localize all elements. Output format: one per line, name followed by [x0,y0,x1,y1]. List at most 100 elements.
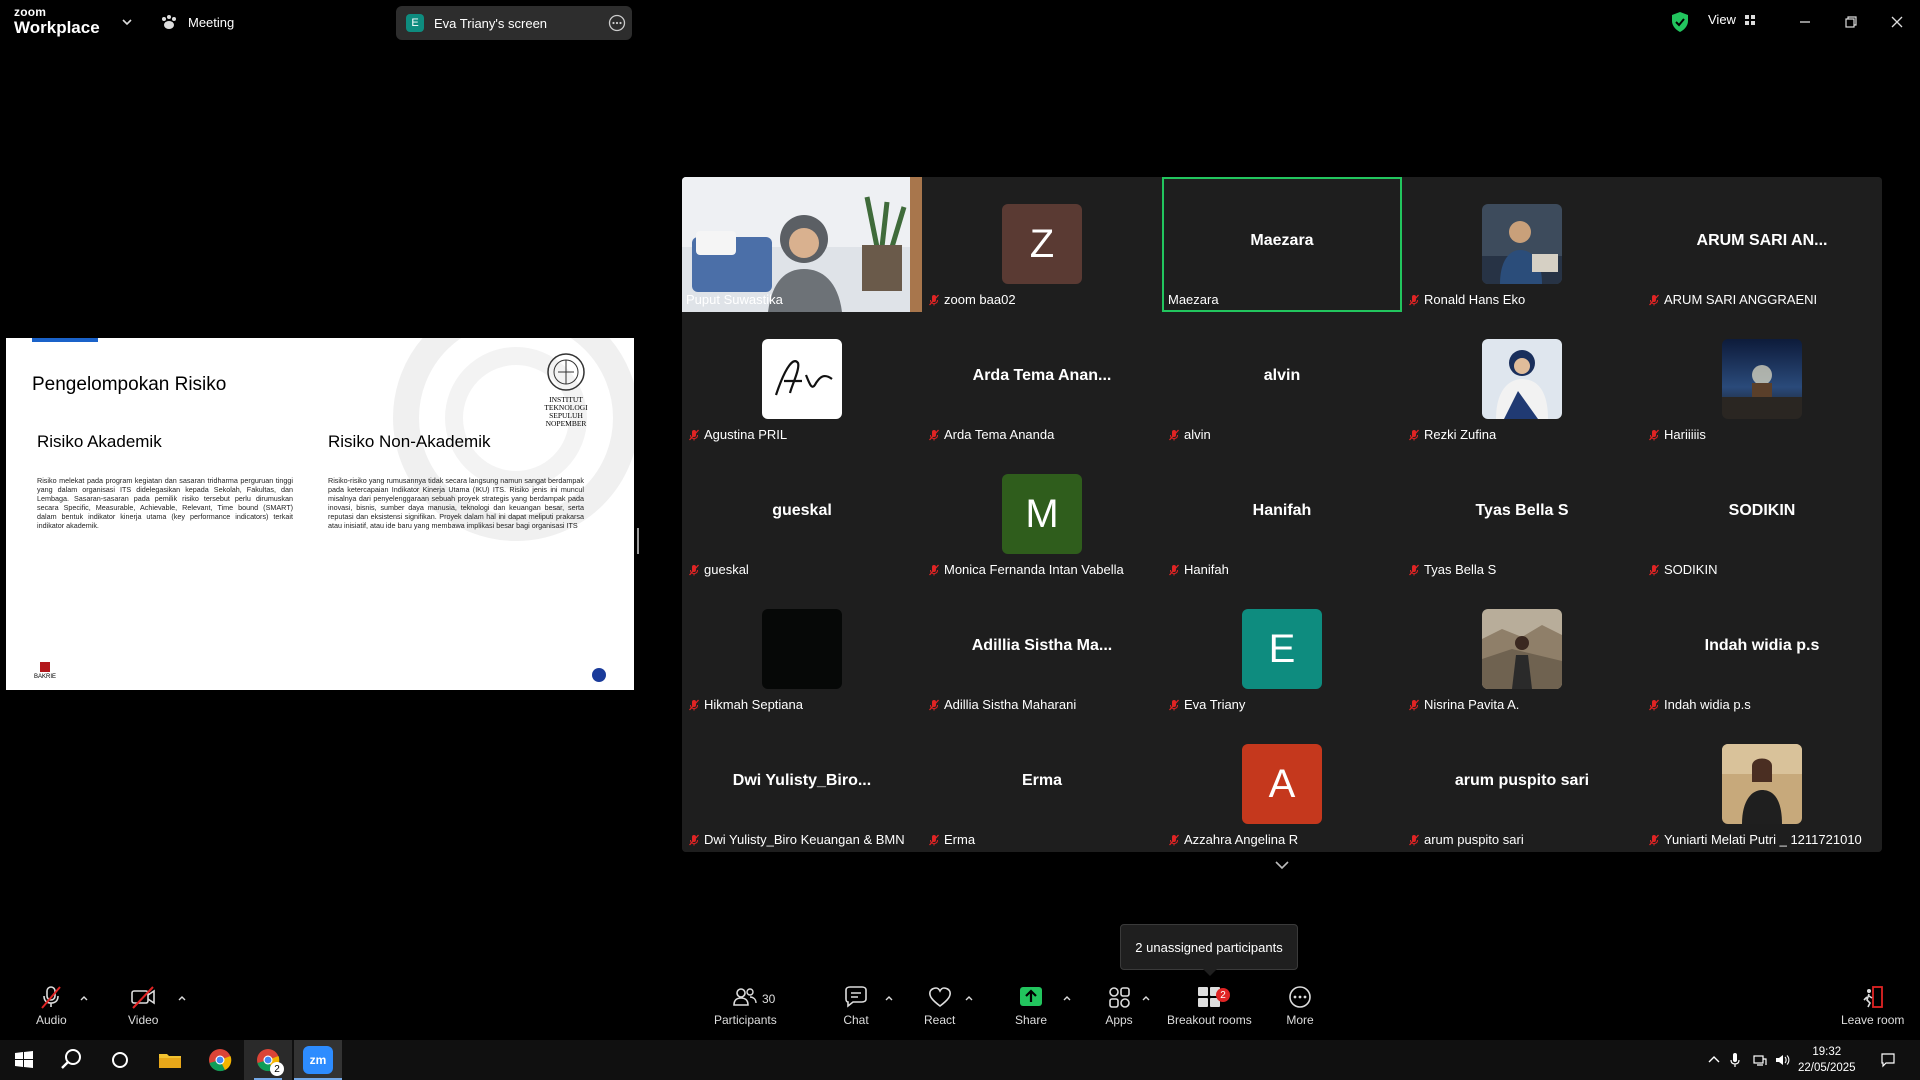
apps-label: Apps [1105,1013,1133,1027]
participant-tile[interactable]: Zzoom baa02 [922,177,1162,312]
participant-name-text: ARUM SARI ANGGRAENI [1664,292,1818,307]
apps-options-caret-icon[interactable] [1141,994,1151,1002]
participant-tile[interactable]: ARUM SARI AN... ARUM SARI ANGGRAENI [1642,177,1882,312]
participant-name-text: zoom baa02 [944,292,1016,307]
participant-tile[interactable]: Maezara Maezara [1162,177,1402,312]
video-button[interactable]: Video [128,984,158,1034]
video-options-caret-icon[interactable] [177,994,187,1002]
logo-line1: zoom [14,5,47,19]
zoom-workplace-logo: zoom Workplace [14,6,100,36]
viewing-screen-pill[interactable]: E Eva Triany's screen [396,6,632,40]
participant-tile[interactable]: E Eva Triany [1162,582,1402,717]
file-explorer-icon[interactable] [156,1046,184,1074]
presentation-slide: Pengelompokan Risiko Risiko Akademik Ris… [6,338,634,690]
participant-display-name: Arda Tema Anan... [972,367,1112,384]
react-button[interactable]: React [924,984,955,1034]
participant-name-text: Tyas Bella S [1424,562,1497,577]
participants-label: Participants [714,1013,777,1027]
security-shield-icon[interactable] [1670,11,1690,33]
bakrie-label: BAKRIE [34,674,57,680]
participant-tile[interactable]: Yuniarti Melati Putri _ 1211721010 [1642,717,1882,852]
mic-muted-icon [1409,564,1419,575]
participant-display-name: Adillia Sistha Ma... [971,637,1113,654]
minimize-icon[interactable] [1795,12,1815,32]
participant-tile[interactable]: M Monica Fernanda Intan Vabella [922,447,1162,582]
avatar-letter: A [1268,761,1296,806]
task-view-icon[interactable] [106,1046,134,1074]
system-clock[interactable]: 19:32 22/05/2025 [1798,1044,1856,1076]
windows-start-icon[interactable] [10,1046,38,1074]
participant-tile[interactable]: Hariiiiis [1642,312,1882,447]
apps-icon [1109,987,1130,1008]
participant-name: Rezki Zufina [1408,427,1496,442]
participant-tile[interactable]: Hikmah Septiana [682,582,922,717]
participant-tile[interactable]: Dwi Yulisty_Biro... Dwi Yulisty_Biro Keua… [682,717,922,852]
leave-room-button[interactable]: Leave room [1841,984,1904,1034]
participant-tile[interactable]: Puput Suwastika [682,177,922,312]
participant-tile[interactable]: A Azzahra Angelina R [1162,717,1402,852]
participant-tile[interactable]: Indah widia p.s Indah widia p.s [1642,582,1882,717]
participant-tile[interactable]: Nisrina Pavita A. [1402,582,1642,717]
participant-name-text: alvin [1184,427,1211,442]
participant-tile[interactable]: Erma Erma [922,717,1162,852]
participant-tile[interactable]: Rezki Zufina [1402,312,1642,447]
mic-muted-icon [689,699,699,710]
mic-muted-icon [1649,834,1659,845]
participant-tile[interactable]: arum puspito sari arum puspito sari [1402,717,1642,852]
participant-name: Dwi Yulisty_Biro Keuangan & BMN [688,832,905,847]
close-icon[interactable] [1887,12,1907,32]
network-icon[interactable] [1752,1052,1768,1068]
its-logo: INSTITUT TEKNOLOGI SEPULUH NOPEMBER [528,352,604,428]
chat-button[interactable]: Chat [842,984,870,1034]
chrome-icon[interactable] [206,1046,234,1074]
participant-tile[interactable]: Adillia Sistha Ma... Adillia Sistha Mahar… [922,582,1162,717]
breakout-label: Breakout rooms [1167,1013,1252,1027]
participant-photo [1722,744,1802,824]
notifications-icon[interactable] [1880,1052,1896,1068]
clock-time: 19:32 [1812,1046,1842,1058]
participant-tile[interactable]: gueskal gueskal [682,447,922,582]
breakout-rooms-button[interactable]: Breakout rooms [1167,984,1252,1034]
chevron-down-icon[interactable] [1272,858,1292,872]
meeting-menu-button[interactable]: Meeting [160,10,234,34]
participant-tile[interactable]: Arda Tema Anan... Arda Tema Ananda [922,312,1162,447]
view-button[interactable]: View [1708,12,1756,27]
audio-button[interactable]: Audio [36,984,67,1034]
its-line2: SEPULUH NOPEMBER [545,411,587,428]
meeting-toolbar: Audio Video Participants 30 Chat React S… [0,980,1920,1039]
restore-icon[interactable] [1841,12,1861,32]
chat-options-caret-icon[interactable] [884,994,894,1002]
chevron-down-icon[interactable] [120,15,134,29]
chrome-active-task[interactable]: 2 [244,1040,292,1080]
search-icon[interactable] [58,1046,86,1074]
participant-tile[interactable]: alvin alvin [1162,312,1402,447]
participant-name-text: Puput Suwastika [686,292,783,307]
audio-options-caret-icon[interactable] [79,994,89,1002]
share-options-caret-icon[interactable] [1062,994,1072,1002]
apps-button[interactable]: Apps [1105,984,1133,1034]
chevron-up-icon[interactable] [1706,1052,1722,1068]
participant-tile[interactable]: Hanifah Hanifah [1162,447,1402,582]
participant-name-text: Rezki Zufina [1424,427,1497,442]
paw-icon [162,15,176,29]
participant-name-text: Azzahra Angelina R [1184,832,1299,847]
more-button[interactable]: More [1286,984,1314,1034]
participant-display-name: Hanifah [1252,502,1312,519]
participants-icon [733,988,758,1006]
react-options-caret-icon[interactable] [964,994,974,1002]
participant-tile[interactable]: SODIKIN SODIKIN [1642,447,1882,582]
share-button[interactable]: Share [1015,984,1047,1034]
mic-muted-icon [689,564,699,575]
bakrie-logo: BAKRIE [34,662,56,680]
zoom-active-task[interactable]: zm [294,1040,342,1080]
participant-tile[interactable]: Ronald Hans Eko [1402,177,1642,312]
speaker-icon[interactable] [1774,1052,1790,1068]
participant-tile[interactable]: Agustina PRIL [682,312,922,447]
more-options-icon[interactable] [608,14,626,32]
mic-muted-icon [1409,294,1419,305]
participant-display-name: Erma [1021,772,1063,789]
participant-tile[interactable]: Tyas Bella S Tyas Bella S [1402,447,1642,582]
split-view-handle[interactable] [637,528,639,554]
microphone-icon[interactable] [1727,1052,1743,1068]
slide-col1-title: Risiko Akademik [37,432,162,451]
